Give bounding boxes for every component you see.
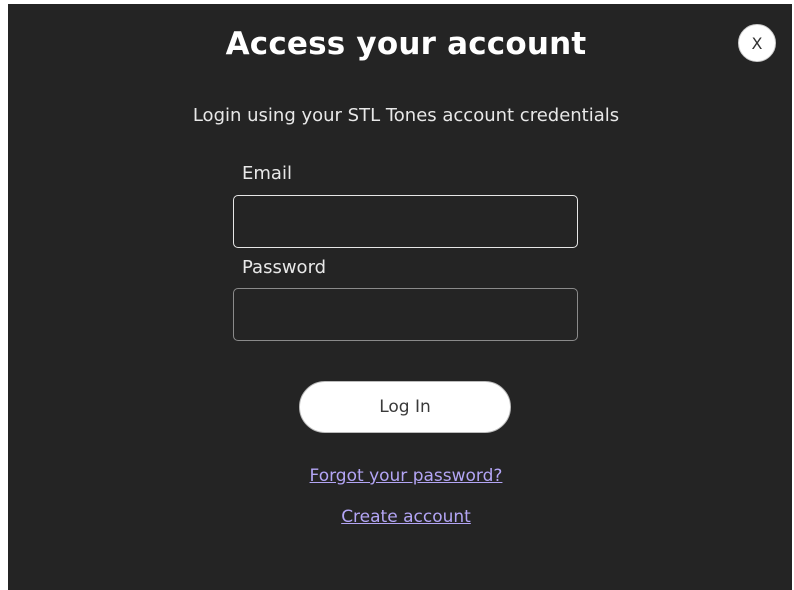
login-modal: Access your account X Login using your S… — [8, 4, 792, 590]
forgot-password-link[interactable]: Forgot your password? — [8, 466, 794, 486]
modal-title: Access your account — [225, 26, 587, 62]
email-field[interactable] — [233, 195, 578, 248]
create-account-link[interactable]: Create account — [8, 507, 794, 527]
password-label: Password — [242, 257, 327, 278]
login-button-label: Log In — [379, 397, 431, 417]
password-field[interactable] — [233, 288, 578, 341]
close-icon: X — [751, 33, 763, 53]
email-label: Email — [242, 163, 292, 184]
close-button[interactable]: X — [738, 24, 776, 62]
login-button[interactable]: Log In — [299, 381, 511, 433]
modal-subtitle: Login using your STL Tones account crede… — [192, 105, 620, 126]
